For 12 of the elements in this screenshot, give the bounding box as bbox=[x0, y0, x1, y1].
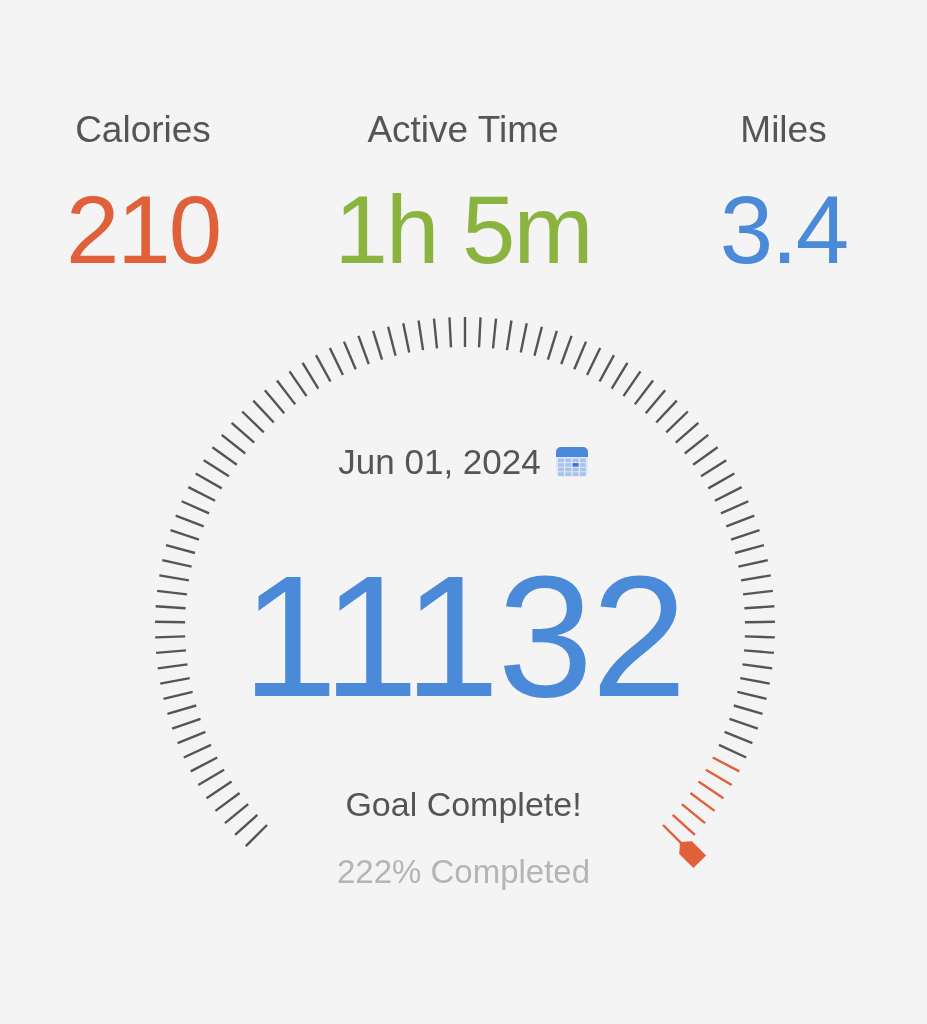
stat-label: Miles bbox=[740, 108, 827, 152]
progress-marker bbox=[679, 841, 707, 869]
stat-value: 3.4 bbox=[719, 180, 848, 280]
stat-value: 1h 5m bbox=[334, 180, 592, 280]
step-count: 11132 bbox=[242, 549, 685, 724]
completion-text: 222% Completed bbox=[336, 852, 591, 892]
calendar-icon[interactable] bbox=[554, 445, 589, 479]
stat-label: Calories bbox=[75, 108, 211, 152]
stat-value: 210 bbox=[65, 180, 221, 280]
goal-status: Goal Complete! bbox=[345, 784, 582, 825]
stat-label: Active Time bbox=[367, 108, 559, 152]
date-text: Jun 01, 2024 bbox=[338, 441, 541, 483]
